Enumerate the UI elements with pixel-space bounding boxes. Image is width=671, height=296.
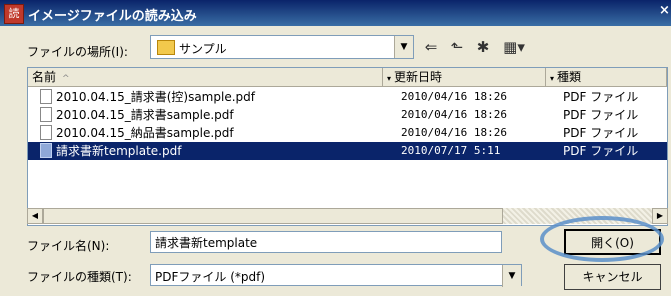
column-menu-icon: ▾ [550,74,555,83]
back-icon[interactable]: ⇐ [420,36,442,58]
scroll-left-icon[interactable]: ◀ [27,208,43,224]
column-header-type[interactable]: ▾ 種類 [546,68,667,87]
view-menu-icon[interactable]: ▦▾ [500,36,528,58]
close-icon[interactable]: × [659,3,671,21]
file-icon [40,89,52,104]
file-list[interactable]: 名前 ^ ▾ 更新日時 ▾ 種類 2010.04.15_請求書(控)sample.pd… [27,67,668,226]
list-item[interactable]: 2010.04.15_納品書sample.pdf 2010/04/16 18:2… [28,124,667,142]
list-item[interactable]: 2010.04.15_請求書(控)sample.pdf 2010/04/16 1… [28,88,667,106]
list-item[interactable]: 2010.04.15_請求書sample.pdf 2010/04/16 18:2… [28,106,667,124]
up-folder-icon[interactable]: ⬑ [446,36,468,58]
filetype-select[interactable]: PDFファイル (*pdf) ▼ [150,264,522,287]
location-value: サンプル [179,42,227,56]
chevron-down-icon[interactable]: ▼ [502,265,521,287]
folder-icon [157,40,175,55]
column-menu-icon: ▾ [387,74,392,83]
window-title: イメージファイルの読み込み [28,9,197,24]
filetype-label: ファイルの種類(T): [27,270,132,284]
new-folder-icon[interactable]: ✱ [472,36,494,58]
list-item-selected[interactable]: 請求書新template.pdf 2010/07/17 5:11 PDF ファイ… [28,142,667,160]
app-icon: 読 [4,4,24,24]
scroll-right-icon[interactable]: ▶ [652,208,668,224]
file-icon [40,107,52,122]
file-icon [40,125,52,140]
filename-input[interactable] [150,231,502,253]
file-icon [40,143,52,158]
scroll-thumb[interactable] [43,208,503,224]
highlight-annotation [540,216,664,262]
chevron-down-icon[interactable]: ▼ [394,36,413,58]
column-header-name[interactable]: 名前 ^ [28,68,383,87]
sort-icon: ^ [62,74,70,84]
filetype-value: PDFファイル (*pdf) [155,270,266,284]
location-combo[interactable]: サンプル ▼ [150,35,414,59]
filename-label: ファイル名(N): [27,239,110,253]
column-header-modified[interactable]: ▾ 更新日時 [383,68,546,87]
title-bar: 読 イメージファイルの読み込み × [0,0,671,26]
location-label: ファイルの場所(I): [27,45,128,59]
cancel-button[interactable]: キャンセル [564,264,661,290]
